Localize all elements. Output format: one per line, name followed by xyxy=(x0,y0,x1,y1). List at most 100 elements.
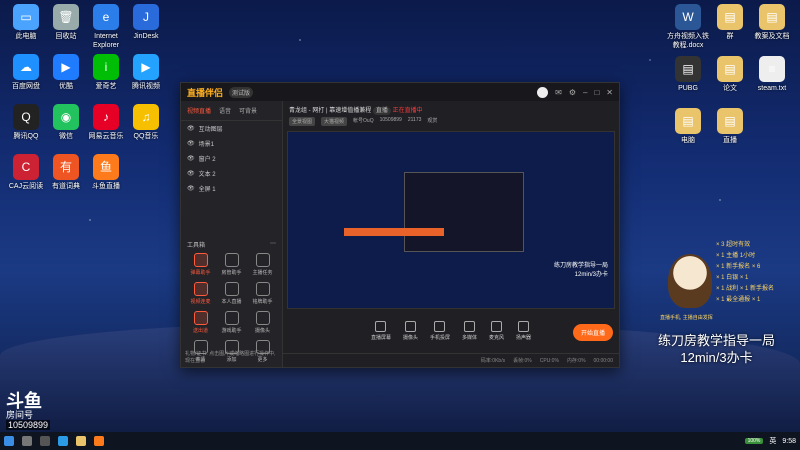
desktop-icon[interactable]: ▤ 直播 xyxy=(706,108,754,145)
more-icon[interactable]: ⋯ xyxy=(270,240,276,249)
desktop-icon-label: PUBG xyxy=(678,85,698,92)
desktop-icon[interactable]: J JinDesk xyxy=(122,4,170,41)
eye-icon[interactable]: 👁 xyxy=(187,185,195,192)
desktop-icon[interactable]: ▶ 腾讯视频 xyxy=(122,54,170,91)
tool-item[interactable]: 弹幕助手 xyxy=(185,253,216,276)
desktop-icon-label: 方舟视频入铁教程.docx xyxy=(667,33,709,49)
room-info: 青龙组 - 网打 | 靠速增值播兼程 直播 正在直播中 全景视图 大猫视频 帐号… xyxy=(283,101,619,130)
search-icon[interactable] xyxy=(22,436,32,446)
toolbox-grid: 弹幕助手 房管助手 主播任务 视频连麦 本人直播 铭牌助手 送出道 游戏助手 摄… xyxy=(181,253,282,363)
file-icon: ▤ xyxy=(717,4,743,30)
app-icon: C xyxy=(13,154,39,180)
mail-icon[interactable]: ✉ xyxy=(555,88,562,97)
tool-item[interactable]: 送出道 xyxy=(185,311,216,334)
app-icon: 有 xyxy=(53,154,79,180)
edge-icon[interactable] xyxy=(58,436,68,446)
avatar[interactable] xyxy=(537,86,549,98)
tab-video[interactable]: 视频直播 xyxy=(187,106,211,115)
minimize-icon[interactable]: – xyxy=(583,88,587,97)
windows-start-icon[interactable] xyxy=(4,436,14,446)
tool-item[interactable]: 主播任务 xyxy=(247,253,278,276)
scene-item[interactable]: 👁 全屏 1 xyxy=(181,181,282,196)
scene-item[interactable]: 👁 互动图层 xyxy=(181,121,282,136)
room-tag: 直播 xyxy=(372,107,391,115)
desktop-icon-label: steam.txt xyxy=(757,85,787,92)
scene-item[interactable]: 👁 窗户 2 xyxy=(181,151,282,166)
clock[interactable]: 9:58 xyxy=(782,438,796,445)
tool-item[interactable]: 房管助手 xyxy=(216,253,247,276)
phone-cast-button[interactable]: 手机投屏 xyxy=(430,321,450,341)
tool-item[interactable]: 视频连麦 xyxy=(185,282,216,305)
eye-icon[interactable]: 👁 xyxy=(187,155,195,162)
stream-caption: 练刀房教学指导一局 12min/3办卡 xyxy=(658,333,776,365)
app-icon: ♪ xyxy=(93,104,119,130)
maximize-icon[interactable]: □ xyxy=(594,88,599,97)
nested-preview xyxy=(404,172,524,252)
live-status: 正在直播中 xyxy=(392,108,423,114)
explorer-icon[interactable] xyxy=(76,436,86,446)
gear-icon[interactable]: ⚙ xyxy=(569,88,576,97)
microphone-button[interactable]: 麦克风 xyxy=(489,321,504,341)
app-icon: ▶ xyxy=(53,54,79,80)
tool-item[interactable]: 本人直播 xyxy=(216,282,247,305)
desktop-icon[interactable]: W 方舟视频入铁教程.docx xyxy=(664,4,712,50)
eye-icon[interactable]: 👁 xyxy=(187,140,195,147)
douyu-watermark: 斗鱼 房间号 10509899 xyxy=(6,391,51,430)
preview-caption: 练刀房教学指导一局 12min/3办卡 xyxy=(553,263,608,278)
preview-banner xyxy=(344,228,444,236)
tab-voice[interactable]: 语音 xyxy=(219,106,231,115)
camera-button[interactable]: 摄像头 xyxy=(403,321,418,341)
desktop-icon[interactable]: ▤ 群 xyxy=(706,4,754,41)
app-icon: e xyxy=(93,4,119,30)
desktop-icon[interactable]: ▤ 论文 xyxy=(706,56,754,93)
language-indicator[interactable]: 英 xyxy=(769,436,776,446)
start-live-button[interactable]: 开始直播 xyxy=(572,324,613,341)
system-tray: 100% 英 9:58 xyxy=(744,436,796,446)
tool-item[interactable]: 铭牌助手 xyxy=(247,282,278,305)
app-icon: ♫ xyxy=(133,104,159,130)
stream-preview[interactable]: 练刀房教学指导一局 12min/3办卡 xyxy=(287,131,615,309)
app-icon: i xyxy=(93,54,119,80)
battery-indicator[interactable]: 100% xyxy=(744,438,764,444)
desktop-icon[interactable]: ▤ 教案及文档 xyxy=(748,4,796,41)
room-title[interactable]: 青龙组 - 网打 | 靠速增值播兼程 xyxy=(289,108,371,114)
tool-item[interactable]: 摄像头 xyxy=(247,311,278,334)
app-icon: 🗑 xyxy=(53,4,79,30)
file-icon: ▤ xyxy=(675,108,701,134)
desktop-icon-label: QQ音乐 xyxy=(133,133,159,140)
tool-item[interactable]: 游戏助手 xyxy=(216,311,247,334)
desktop-icon-label: 电脑 xyxy=(681,137,695,144)
screen-capture-button[interactable]: 直播屏幕 xyxy=(371,321,391,341)
taskbar: 100% 英 9:58 xyxy=(0,432,800,450)
source-controls: 直播屏幕 摄像头 手机投屏 多媒体 麦克风 扬声器 xyxy=(283,317,619,345)
desktop-icon[interactable]: 鱼斗鱼直播 xyxy=(82,154,130,191)
mode-tabs: 视频直播 语音 可背景 xyxy=(181,101,282,121)
room-stats: 全景视图 大猫视频 帐号OuQ 10509899 21173 观赏 xyxy=(289,117,613,126)
desktop-icon-label: 论文 xyxy=(723,85,737,92)
file-icon: ▤ xyxy=(717,108,743,134)
footer-tip: 礼物/证书: 点击图片或缩略图进行操作中, 现在查看 xyxy=(185,351,276,364)
scene-item[interactable]: 👁 场景1 xyxy=(181,136,282,151)
app-icon: J xyxy=(133,4,159,30)
task-view-icon[interactable] xyxy=(40,436,50,446)
desktop-icon-label: 直播 xyxy=(723,137,737,144)
live-companion-taskbar-icon[interactable] xyxy=(94,436,104,446)
file-icon: W xyxy=(675,4,701,30)
desktop-icon[interactable]: ▤ PUBG xyxy=(664,56,712,93)
streaming-app-window: 直播伴侣 测试版 ✉ ⚙ – □ ✕ 视频直播 语音 可背景 👁 互动图层 👁 场景… xyxy=(180,82,620,368)
desktop-icon-label: 群 xyxy=(726,33,734,40)
tab-background[interactable]: 可背景 xyxy=(239,106,257,115)
close-icon[interactable]: ✕ xyxy=(606,88,613,97)
app-icon: ☁ xyxy=(13,54,39,80)
eye-icon[interactable]: 👁 xyxy=(187,125,195,132)
media-button[interactable]: 多媒体 xyxy=(462,321,477,341)
desktop-icon[interactable]: ♫ QQ音乐 xyxy=(122,104,170,141)
app-titlebar: 直播伴侣 测试版 ✉ ⚙ – □ ✕ xyxy=(181,83,619,101)
eye-icon[interactable]: 👁 xyxy=(187,170,195,177)
desktop-icon[interactable]: ▤ 电脑 xyxy=(664,108,712,145)
scene-item[interactable]: 👁 文本 2 xyxy=(181,166,282,181)
speaker-button[interactable]: 扬声器 xyxy=(516,321,531,341)
gift-list: × 3 超时有效 × 1 主播 1小时 × 1 新手报名 × 6 × 1 白银 … xyxy=(716,242,775,303)
app-icon: 鱼 xyxy=(93,154,119,180)
desktop-icon[interactable]: ≡ steam.txt xyxy=(748,56,796,93)
